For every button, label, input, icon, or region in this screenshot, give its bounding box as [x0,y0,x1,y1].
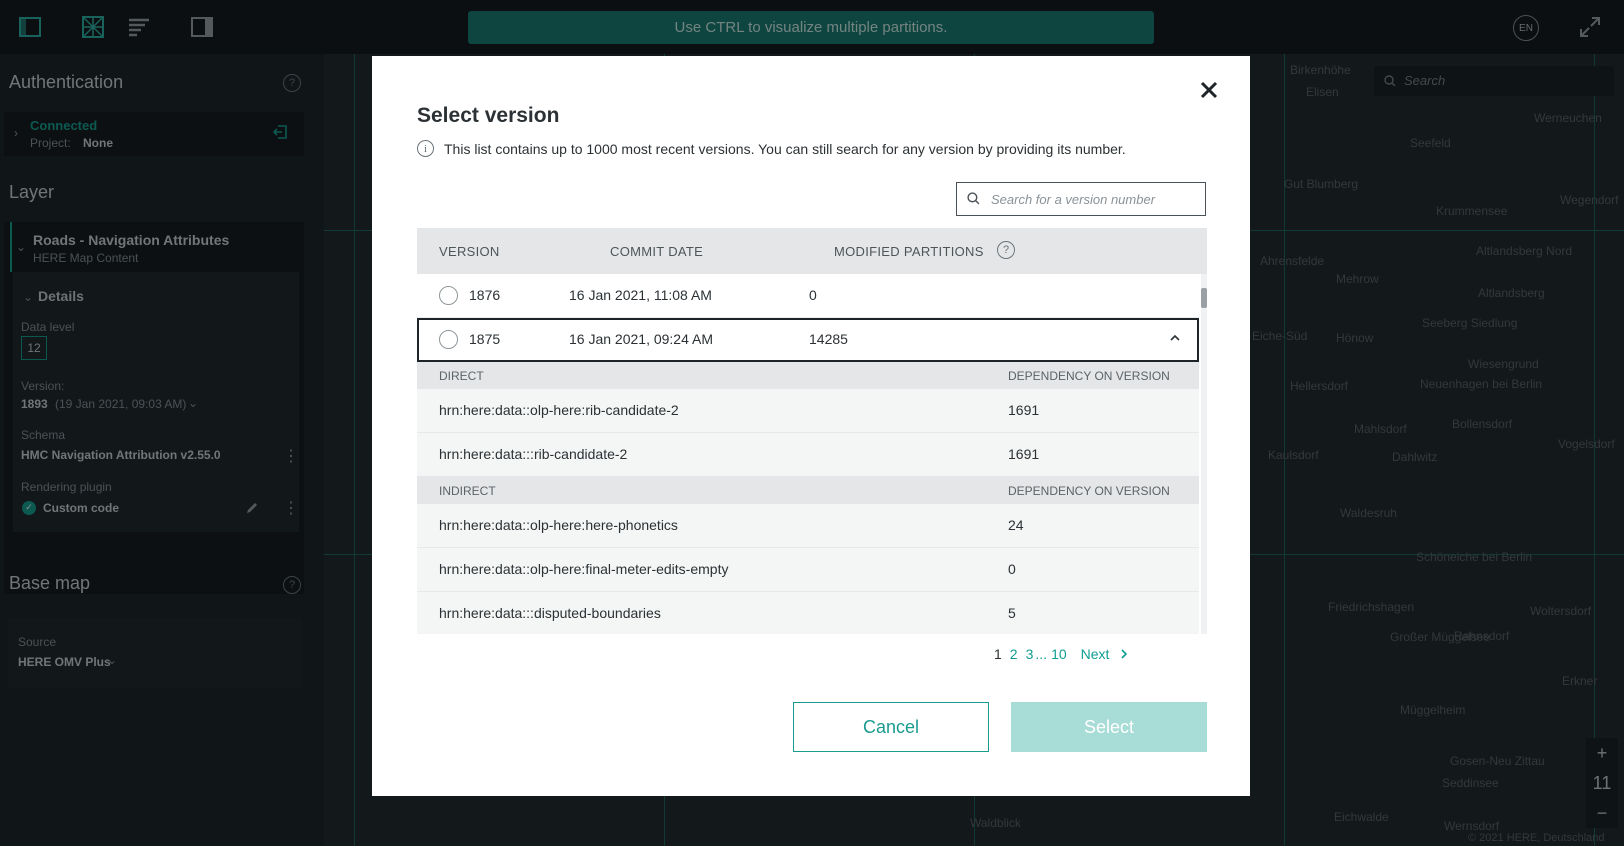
chevron-up-icon[interactable] [1169,332,1181,344]
dependency-hrn: hrn:here:data::olp-here:rib-candidate-2 [439,402,679,418]
version-radio[interactable] [439,330,458,349]
row-partitions: 14285 [809,331,848,347]
indirect-label: INDIRECT [439,484,496,498]
cancel-button[interactable]: Cancel [793,702,989,752]
page-2[interactable]: 2 [1010,646,1018,662]
row-date: 16 Jan 2021, 09:24 AM [569,331,713,347]
select-button[interactable]: Select [1011,702,1207,752]
dependency-hrn: hrn:here:data:::rib-candidate-2 [439,446,628,462]
dependency-hrn: hrn:here:data::olp-here:final-meter-edit… [439,561,729,577]
version-search[interactable] [956,182,1206,216]
col-modified-partitions[interactable]: MODIFIED PARTITIONS [834,244,984,259]
version-search-input[interactable] [991,189,1191,209]
dependency-version: 5 [1008,605,1016,621]
table-header: VERSION COMMIT DATE MODIFIED PARTITIONS … [417,228,1207,274]
page-current: 1 [994,646,1002,662]
dependency-hrn: hrn:here:data:::disputed-boundaries [439,605,661,621]
page-last[interactable]: 10 [1051,646,1067,662]
dependency-row: hrn:here:data::olp-here:final-meter-edit… [417,548,1199,592]
partitions-help-icon[interactable]: ? [997,241,1015,259]
indirect-header: INDIRECT DEPENDENCY ON VERSION [417,477,1199,504]
row-date: 16 Jan 2021, 11:08 AM [569,287,712,303]
search-icon [967,192,980,205]
table-scrollbar[interactable] [1201,274,1207,634]
page-3[interactable]: 3 [1026,646,1034,662]
info-icon: i [417,140,434,157]
page-ellipsis: ... [1035,646,1048,662]
col-commit-date[interactable]: COMMIT DATE [610,244,703,259]
table-row[interactable]: 1876 16 Jan 2021, 11:08 AM 0 [417,274,1199,318]
select-version-dialog: Select version i This list contains up t… [372,56,1250,796]
dependency-version: 0 [1008,561,1016,577]
info-row: i This list contains up to 1000 most rec… [417,140,1126,157]
dependency-row: hrn:here:data::olp-here:here-phonetics 2… [417,504,1199,548]
row-version: 1876 [469,287,501,303]
dependency-row: hrn:here:data:::rib-candidate-2 1691 [417,433,1199,477]
direct-dep-label: DEPENDENCY ON VERSION [1008,369,1170,383]
info-text: This list contains up to 1000 most recen… [444,140,1126,157]
chevron-right-icon[interactable] [1119,648,1129,660]
pagination: 1 2 3 ... 10 Next [994,646,1129,662]
row-version: 1875 [469,331,501,347]
dependency-version: 1691 [1008,446,1040,462]
row-partitions: 0 [809,287,817,303]
close-icon[interactable] [1195,76,1223,104]
version-radio[interactable] [439,286,458,305]
next-page-link[interactable]: Next [1081,646,1110,662]
indirect-dep-label: DEPENDENCY ON VERSION [1008,484,1170,498]
dependency-row: hrn:here:data::olp-here:rib-candidate-2 … [417,389,1199,433]
version-table: VERSION COMMIT DATE MODIFIED PARTITIONS … [417,228,1207,634]
dependency-row: hrn:here:data:::disputed-boundaries 5 [417,592,1199,634]
dependency-version: 1691 [1008,402,1040,418]
dependency-hrn: hrn:here:data::olp-here:here-phonetics [439,517,678,533]
direct-header: DIRECT DEPENDENCY ON VERSION [417,362,1199,389]
col-version[interactable]: VERSION [439,244,500,259]
dependency-version: 24 [1008,517,1024,533]
table-scrollbar-thumb[interactable] [1201,288,1207,308]
table-row-expanded[interactable]: 1875 16 Jan 2021, 09:24 AM 14285 [417,318,1199,362]
dialog-title: Select version [417,104,560,127]
direct-label: DIRECT [439,369,484,383]
